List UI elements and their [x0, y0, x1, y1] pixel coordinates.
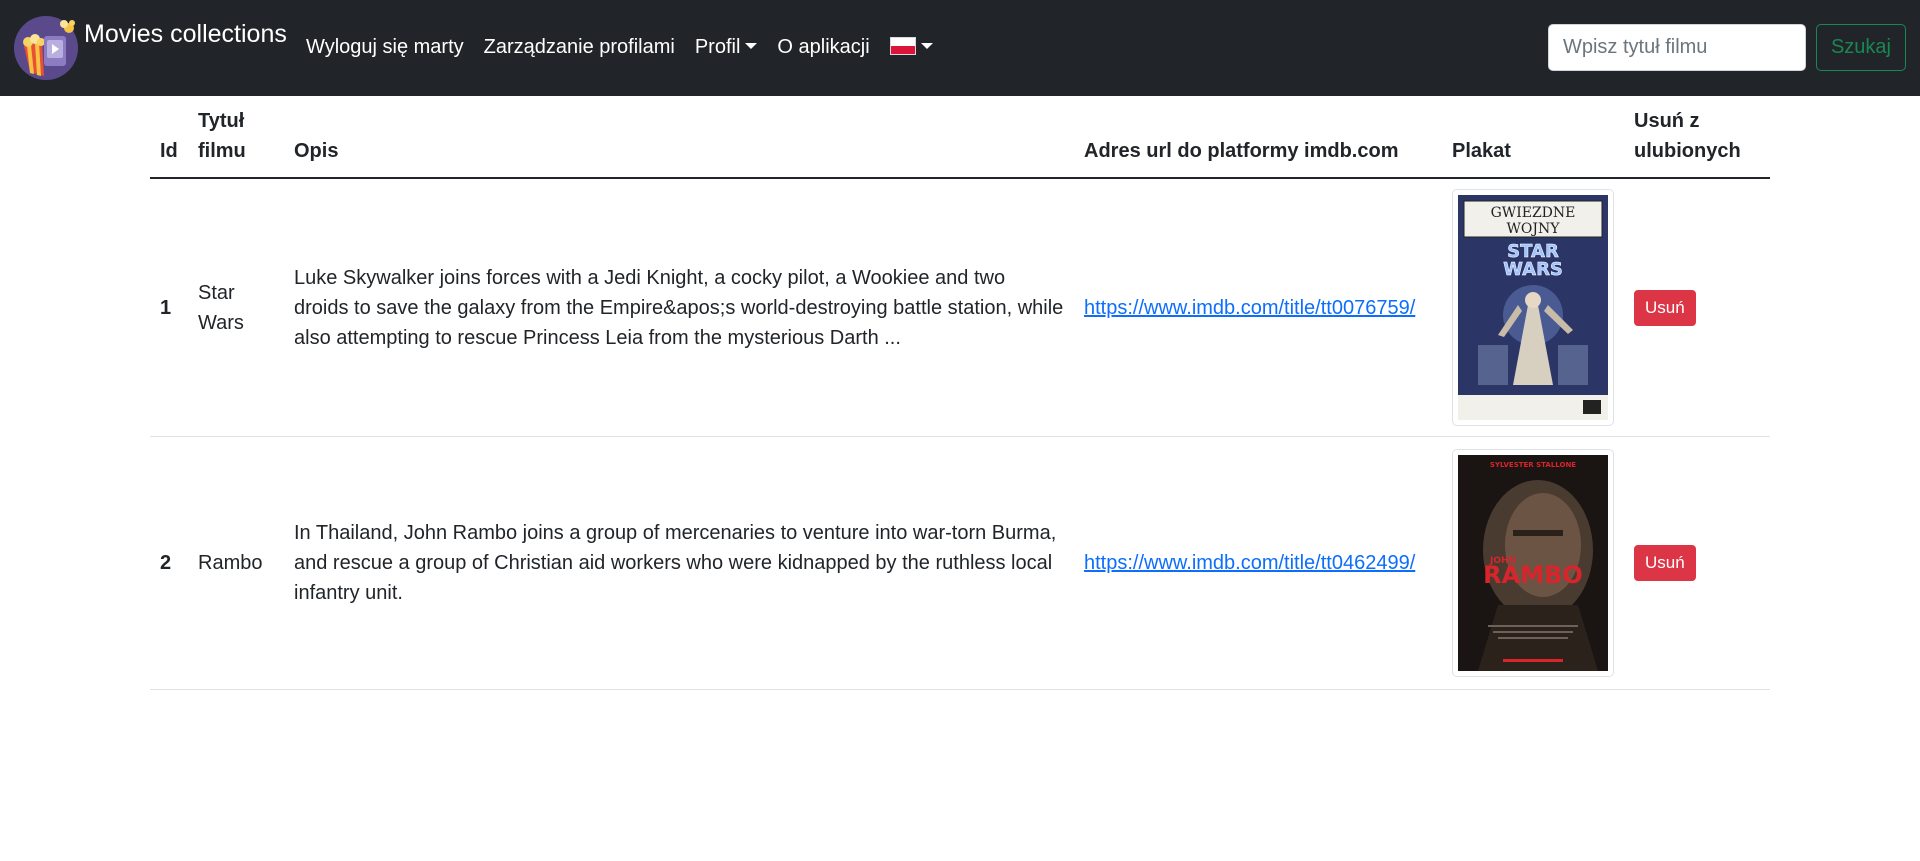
imdb-link[interactable]: https://www.imdb.com/title/tt0462499/ [1084, 552, 1415, 574]
movie-poster-rambo: SYLVESTER STALLONE JOHN RAMBO [1452, 449, 1614, 677]
profile-dropdown-label: Profil [694, 36, 741, 58]
row-title: Rambo [188, 436, 284, 690]
poster-title-line1: GWIEZDNE [1491, 205, 1576, 221]
logout-link[interactable]: Wyloguj się marty [306, 36, 464, 59]
language-dropdown[interactable] [889, 36, 933, 59]
row-description: Luke Skywalker joins forces with a Jedi … [284, 178, 1074, 437]
movie-search-input[interactable] [1547, 24, 1806, 71]
poster-title-line2: WOJNY [1507, 221, 1561, 237]
header-title: Tytuł filmu [188, 96, 284, 179]
header-description: Opis [284, 96, 1074, 179]
caret-down-icon [920, 43, 933, 49]
row-description: In Thailand, John Rambo joins a group of… [284, 436, 1074, 690]
brand-title: Movies collections [84, 20, 287, 48]
header-id: Id [150, 96, 188, 179]
row-id: 1 [150, 178, 188, 437]
remove-favorite-button[interactable]: Usuń [1634, 289, 1696, 326]
header-poster: Plakat [1442, 96, 1624, 179]
movie-poster-star-wars: GWIEZDNE WOJNY STAR WARS [1452, 189, 1614, 426]
favorites-table: Id Tytuł filmu Opis Adres url do platfor… [150, 96, 1770, 690]
nav-links: Wyloguj się marty Zarządzanie profilami … [306, 36, 953, 59]
caret-down-icon [745, 43, 758, 49]
imdb-link[interactable]: https://www.imdb.com/title/tt0076759/ [1084, 297, 1415, 319]
brand-link[interactable]: Movies collections [14, 16, 287, 80]
profiles-management-link[interactable]: Zarządzanie profilami [484, 36, 675, 59]
poster-name-big: RAMBO [1483, 561, 1583, 589]
favorites-table-container: Id Tytuł filmu Opis Adres url do platfor… [150, 96, 1770, 690]
header-url: Adres url do platformy imdb.com [1074, 96, 1442, 179]
header-remove: Usuń z ulubionych [1624, 96, 1770, 179]
flag-pl-icon [889, 37, 916, 55]
row-id: 2 [150, 436, 188, 690]
search-form: Szukaj [1547, 24, 1906, 71]
search-button[interactable]: Szukaj [1815, 24, 1906, 71]
row-title: Star Wars [188, 178, 284, 437]
poster-top-text: SYLVESTER STALLONE [1490, 461, 1576, 469]
table-row: 2 Rambo In Thailand, John Rambo joins a … [150, 436, 1770, 690]
profile-dropdown[interactable]: Profil [695, 36, 758, 59]
navbar: Movies collections Wyloguj się marty Zar… [0, 0, 1920, 96]
table-row: 1 Star Wars Luke Skywalker joins forces … [150, 178, 1770, 437]
poster-subtitle-line2: WARS [1503, 259, 1563, 280]
remove-favorite-button[interactable]: Usuń [1634, 545, 1696, 581]
about-link[interactable]: O aplikacji [777, 36, 869, 59]
table-header-row: Id Tytuł filmu Opis Adres url do platfor… [150, 96, 1770, 179]
movies-logo-icon [14, 16, 78, 80]
